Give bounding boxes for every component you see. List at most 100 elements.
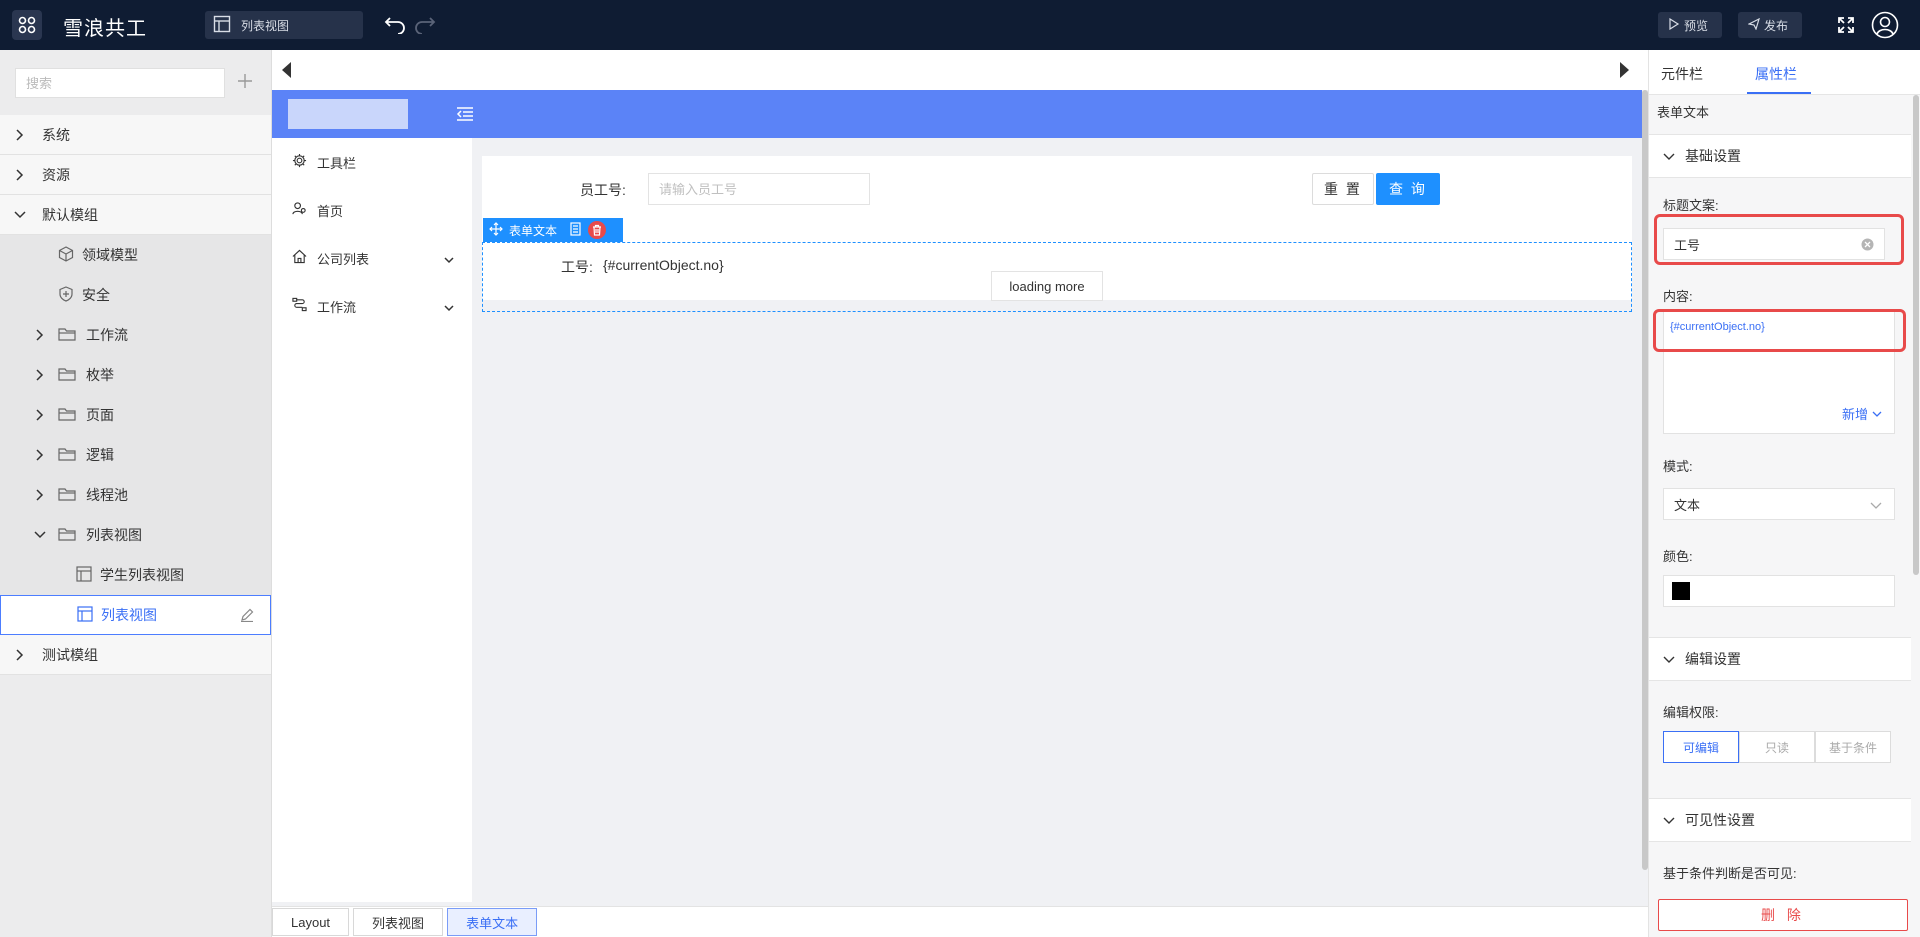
delete-button[interactable]: 删 除 (1658, 899, 1908, 931)
employee-no-label: 员工号: (580, 182, 626, 198)
tree-group-label: 系统 (42, 126, 70, 143)
tree-item-label: 逻辑 (86, 447, 114, 463)
title-text-label: 标题文案: (1663, 198, 1719, 213)
tree-item-label: 列表视图 (86, 527, 142, 543)
collapse-right-icon[interactable] (1619, 60, 1631, 83)
preview-side-menu: 工具栏 首页 公司列表 工作流 (272, 138, 472, 902)
cube-icon (58, 245, 74, 265)
canvas-nav-strip (272, 50, 1648, 90)
undo-icon[interactable] (384, 14, 406, 37)
tree-item-workflow[interactable]: 工作流 (0, 315, 271, 355)
gear-icon (292, 153, 307, 171)
breadcrumb-list-view[interactable]: 列表视图 (353, 908, 444, 936)
tree-item-list-view-folder[interactable]: 列表视图 (0, 515, 271, 555)
folder-icon (58, 406, 76, 425)
layout-icon (213, 15, 231, 36)
redo-icon[interactable] (414, 14, 436, 37)
edit-permission-readonly[interactable]: 只读 (1739, 731, 1815, 763)
section-basic-settings[interactable]: 基础设置 (1649, 134, 1911, 178)
selected-form-text-component[interactable]: 工号: {#currentObject.no} loading more (482, 242, 1632, 312)
publish-button[interactable]: 发布 (1738, 12, 1802, 38)
copy-icon[interactable] (569, 221, 582, 239)
color-picker[interactable] (1663, 575, 1895, 607)
move-icon[interactable] (489, 221, 503, 239)
menu-item-company-list[interactable]: 公司列表 (272, 234, 472, 282)
breadcrumb-form-text[interactable]: 表单文本 (447, 908, 538, 936)
mode-select[interactable]: 文本 (1663, 488, 1895, 520)
tree-item-label: 工作流 (86, 327, 128, 343)
reset-button[interactable]: 重 置 (1312, 173, 1374, 205)
breadcrumb-layout[interactable]: Layout (272, 908, 350, 936)
employee-no-input[interactable] (648, 173, 870, 205)
tree-item-security[interactable]: 安全 (0, 275, 271, 315)
current-view-tab[interactable]: 列表视图 (205, 11, 363, 39)
edit-icon[interactable] (240, 608, 254, 625)
chevron-down-icon (1663, 651, 1675, 667)
tab-components[interactable]: 元件栏 (1661, 64, 1703, 84)
tree-item-label: 页面 (86, 407, 114, 423)
active-tab-indicator (1747, 92, 1811, 94)
flow-icon (292, 297, 307, 315)
chevron-down-icon (1663, 812, 1675, 828)
tree-item-thread-pool[interactable]: 线程池 (0, 475, 271, 515)
add-new-dropdown[interactable]: 新增 (1842, 404, 1882, 423)
menu-item-label: 首页 (317, 203, 344, 219)
edit-permission-editable[interactable]: 可编辑 (1663, 731, 1739, 763)
menu-fold-icon[interactable] (456, 106, 474, 125)
tree-group-label: 测试模组 (42, 646, 98, 663)
loading-more-button[interactable]: loading more (991, 271, 1103, 301)
menu-item-workflow[interactable]: 工作流 (272, 282, 472, 330)
tree-item-logic[interactable]: 逻辑 (0, 435, 271, 475)
selected-component-label: 表单文本 (509, 223, 558, 238)
folder-icon (58, 486, 76, 505)
tree-group-test[interactable]: 测试模组 (0, 635, 271, 675)
tree-item-enum[interactable]: 枚举 (0, 355, 271, 395)
tree-group-default[interactable]: 默认模组 (0, 195, 271, 235)
preview-button[interactable]: 预览 (1658, 12, 1722, 38)
trash-icon[interactable] (588, 221, 607, 239)
visibility-condition-label: 基于条件判断是否可见: (1663, 866, 1797, 881)
menu-item-home[interactable]: 首页 (272, 186, 472, 234)
collapse-left-icon[interactable] (280, 60, 292, 83)
edit-permission-segmented: 可编辑 只读 基于条件 (1663, 731, 1891, 763)
tree-item-pages[interactable]: 页面 (0, 395, 271, 435)
property-panel: 元件栏 属性栏 表单文本 基础设置 标题文案: 工号 内容: {#current… (1648, 50, 1920, 937)
layout-icon (76, 565, 92, 585)
edit-permission-conditional[interactable]: 基于条件 (1815, 731, 1891, 763)
play-icon (1668, 17, 1680, 33)
tree-group-resources[interactable]: 资源 (0, 155, 271, 195)
app-grid-icon[interactable] (12, 10, 42, 40)
chevron-right-icon (12, 647, 28, 663)
clear-icon[interactable] (1861, 238, 1874, 254)
layout-icon (77, 605, 93, 625)
menu-item-toolbar[interactable]: 工具栏 (272, 138, 472, 186)
chevron-down-icon (12, 207, 28, 223)
fullscreen-icon[interactable] (1836, 15, 1856, 38)
chevron-right-icon (32, 327, 48, 343)
section-edit-settings[interactable]: 编辑设置 (1649, 637, 1911, 681)
panel-scrollbar[interactable] (1913, 95, 1919, 575)
title-text-value: 工号 (1674, 237, 1701, 253)
content-label: 内容: (1663, 289, 1693, 304)
highlight-content (1653, 309, 1906, 352)
tree-item-domain-model[interactable]: 领域模型 (0, 235, 271, 275)
title-text-input[interactable]: 工号 (1663, 228, 1885, 260)
sidebar-search-input[interactable] (15, 68, 225, 98)
tab-properties[interactable]: 属性栏 (1755, 64, 1797, 84)
tree-group-system[interactable]: 系统 (0, 115, 271, 155)
menu-item-label: 公司列表 (317, 251, 370, 267)
tree-item-student-list-view[interactable]: 学生列表视图 (0, 555, 271, 595)
user-avatar-icon[interactable] (1871, 11, 1899, 42)
breadcrumb: Layout 列表视图 表单文本 (272, 906, 1648, 937)
add-icon[interactable] (236, 72, 254, 93)
preview-app-header (272, 90, 1642, 138)
query-button[interactable]: 查 询 (1376, 173, 1440, 205)
section-visibility-settings[interactable]: 可见性设置 (1649, 798, 1911, 842)
mode-label: 模式: (1663, 459, 1693, 474)
tree-item-list-view-selected[interactable]: 列表视图 (0, 595, 271, 635)
chevron-right-icon (12, 167, 28, 183)
preview-logo (288, 99, 408, 129)
tree-item-label: 安全 (82, 287, 110, 303)
panel-component-title: 表单文本 (1657, 105, 1710, 120)
chevron-down-icon (1872, 406, 1882, 421)
